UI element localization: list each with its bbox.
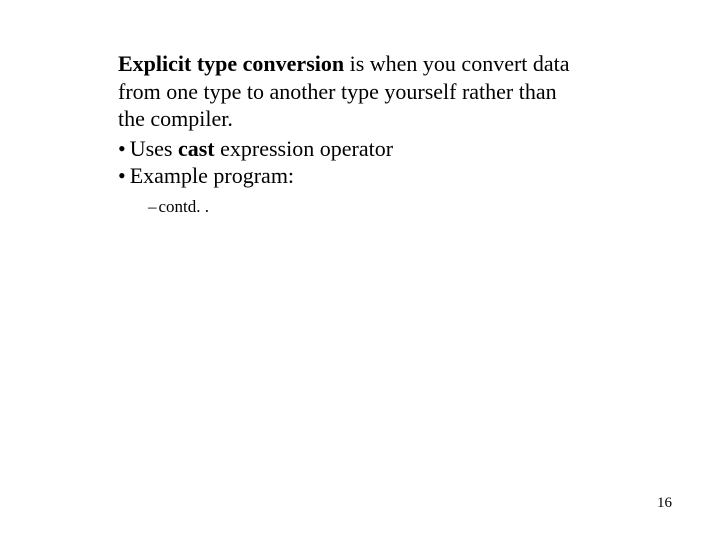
bullet-1-prefix: Uses — [130, 136, 178, 161]
page-number: 16 — [657, 495, 672, 512]
bullet-text-1: Uses cast expression operator — [130, 135, 393, 163]
bullet-1-suffix: expression operator — [215, 136, 393, 161]
bullet-marker-icon: • — [118, 162, 126, 190]
slide-body: Explicit type conversion is when you con… — [0, 0, 720, 218]
bullet-item-1: • Uses cast expression operator — [118, 135, 640, 163]
dash-icon: – — [148, 197, 157, 216]
sub-list: –contd. . — [118, 196, 640, 218]
bullet-list: • Uses cast expression operator • Exampl… — [118, 135, 640, 190]
bullet-item-2: • Example program: — [118, 162, 640, 190]
sub-text-1: contd. . — [159, 197, 210, 216]
term: Explicit type conversion — [118, 51, 344, 76]
intro-paragraph: Explicit type conversion is when you con… — [118, 50, 578, 133]
bullet-text-2: Example program: — [130, 162, 294, 190]
sub-item-1: –contd. . — [148, 196, 640, 218]
bullet-marker-icon: • — [118, 135, 126, 163]
bullet-1-strong: cast — [178, 136, 215, 161]
